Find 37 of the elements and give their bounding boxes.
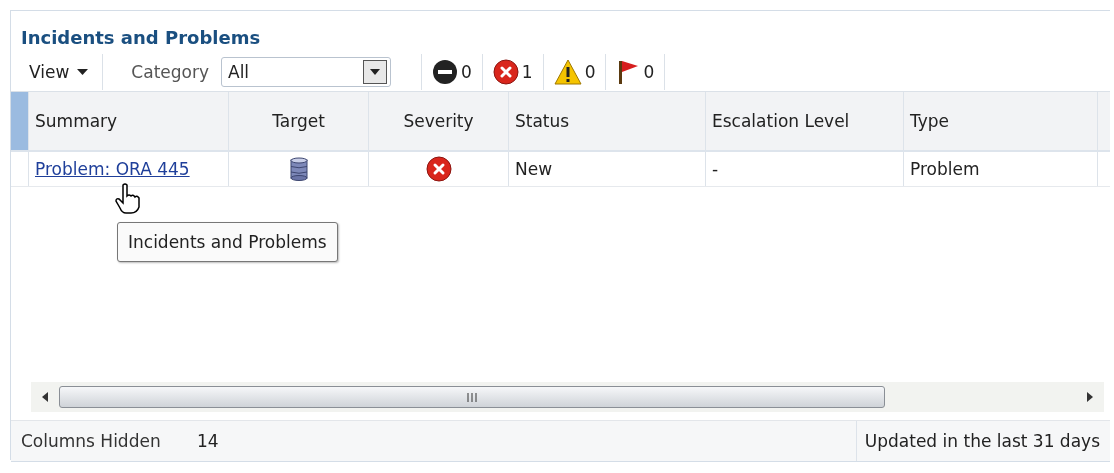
selection-strip (11, 92, 28, 150)
category-label: Category (131, 62, 209, 82)
count-label: 0 (643, 62, 655, 82)
tooltip: Incidents and Problems (117, 222, 338, 262)
table-cell: New (508, 152, 705, 186)
caret-icon (77, 69, 89, 75)
count-label: 0 (461, 62, 472, 82)
scrollbar-thumb[interactable] (59, 386, 885, 408)
hand-cursor-icon (115, 183, 141, 215)
caret-icon (370, 69, 380, 75)
right-arrow-icon (1087, 392, 1093, 402)
warning-icon (553, 59, 582, 85)
error-icon (492, 59, 519, 85)
column-header[interactable]: Status (508, 92, 705, 150)
panel-title: Incidents and Problems (20, 26, 262, 50)
column-header[interactable]: Summary (28, 92, 228, 150)
error-icon (425, 156, 452, 182)
grip-icon (467, 392, 477, 402)
view-menu[interactable]: View (19, 54, 104, 90)
column-header[interactable]: Target (228, 92, 368, 150)
columns-hidden-label: Columns Hidden (20, 431, 162, 451)
summary-link[interactable]: Problem: ORA 445 (35, 159, 190, 179)
database-icon (288, 157, 309, 181)
horizontal-scrollbar[interactable] (31, 382, 1104, 412)
column-header[interactable]: Severity (368, 92, 508, 150)
column-header[interactable]: Escalation Level (705, 92, 903, 150)
minus-circle-icon (432, 59, 458, 85)
category-value: All (228, 62, 250, 82)
column-header[interactable]: Type (903, 92, 1097, 150)
columns-hidden-count: 14 (197, 431, 219, 451)
category-dropdown[interactable]: All (221, 57, 391, 87)
date-range-label: Updated in the last 31 days (864, 431, 1100, 451)
count-label: 1 (521, 62, 533, 82)
count-label: 0 (584, 62, 596, 82)
left-arrow-icon (42, 392, 48, 402)
table-cell: - (705, 152, 903, 186)
table-cell: Problem (903, 152, 1097, 186)
